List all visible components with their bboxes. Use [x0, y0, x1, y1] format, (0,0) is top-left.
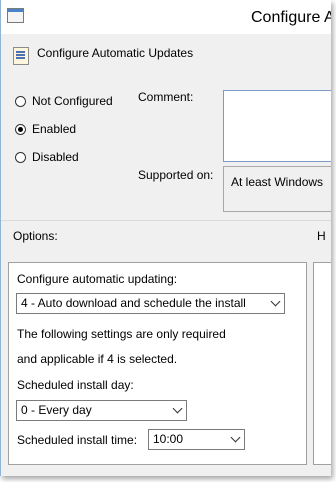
- note-line-2: and applicable if 4 is selected.: [17, 352, 178, 366]
- help-label: H: [317, 229, 326, 243]
- policy-setting-icon: [13, 47, 29, 65]
- radio-disabled-label[interactable]: Disabled: [32, 150, 79, 164]
- window-title: Configure A: [251, 9, 331, 26]
- policy-title: Configure Automatic Updates: [37, 46, 194, 60]
- radio-not-configured-label[interactable]: Not Configured: [32, 94, 113, 108]
- radio-not-configured[interactable]: Not Configured: [15, 94, 113, 108]
- configure-updating-value: 4 - Auto download and schedule the insta…: [21, 296, 246, 310]
- policy-header: Configure Automatic Updates: [1, 34, 331, 72]
- radio-disabled[interactable]: Disabled: [15, 150, 79, 164]
- options-panel: Configure automatic updating: 4 - Auto d…: [8, 262, 307, 465]
- comment-textbox[interactable]: [223, 90, 331, 162]
- install-time-dropdown[interactable]: 10:00: [148, 429, 245, 450]
- chevron-down-icon: [172, 403, 183, 414]
- install-time-value: 10:00: [153, 432, 184, 446]
- install-day-dropdown[interactable]: 0 - Every day: [16, 400, 187, 421]
- supported-on-label: Supported on:: [138, 168, 214, 182]
- radio-enabled[interactable]: Enabled: [15, 122, 76, 136]
- supported-on-value: At least Windows: [223, 166, 331, 212]
- window-icon: [7, 8, 24, 23]
- radio-enabled-circle[interactable]: [15, 123, 26, 135]
- radio-enabled-label[interactable]: Enabled: [32, 122, 76, 136]
- note-line-1: The following settings are only required: [17, 327, 226, 341]
- comment-label: Comment:: [138, 90, 194, 104]
- radio-disabled-circle[interactable]: [15, 151, 26, 163]
- help-panel: [313, 262, 331, 465]
- install-day-label: Scheduled install day:: [17, 378, 134, 392]
- configure-updating-label: Configure automatic updating:: [17, 272, 178, 286]
- radio-not-configured-circle[interactable]: [15, 95, 26, 107]
- chevron-down-icon: [230, 432, 241, 443]
- section-divider: [1, 220, 331, 221]
- title-bar[interactable]: Configure A: [1, 0, 331, 35]
- chevron-down-icon: [270, 296, 281, 307]
- configure-updating-dropdown[interactable]: 4 - Auto download and schedule the insta…: [16, 293, 285, 314]
- options-label: Options:: [13, 229, 58, 243]
- install-day-value: 0 - Every day: [21, 403, 92, 417]
- policy-dialog-window: Configure A Configure Automatic Updates …: [0, 0, 331, 476]
- install-time-label: Scheduled install time:: [17, 433, 138, 447]
